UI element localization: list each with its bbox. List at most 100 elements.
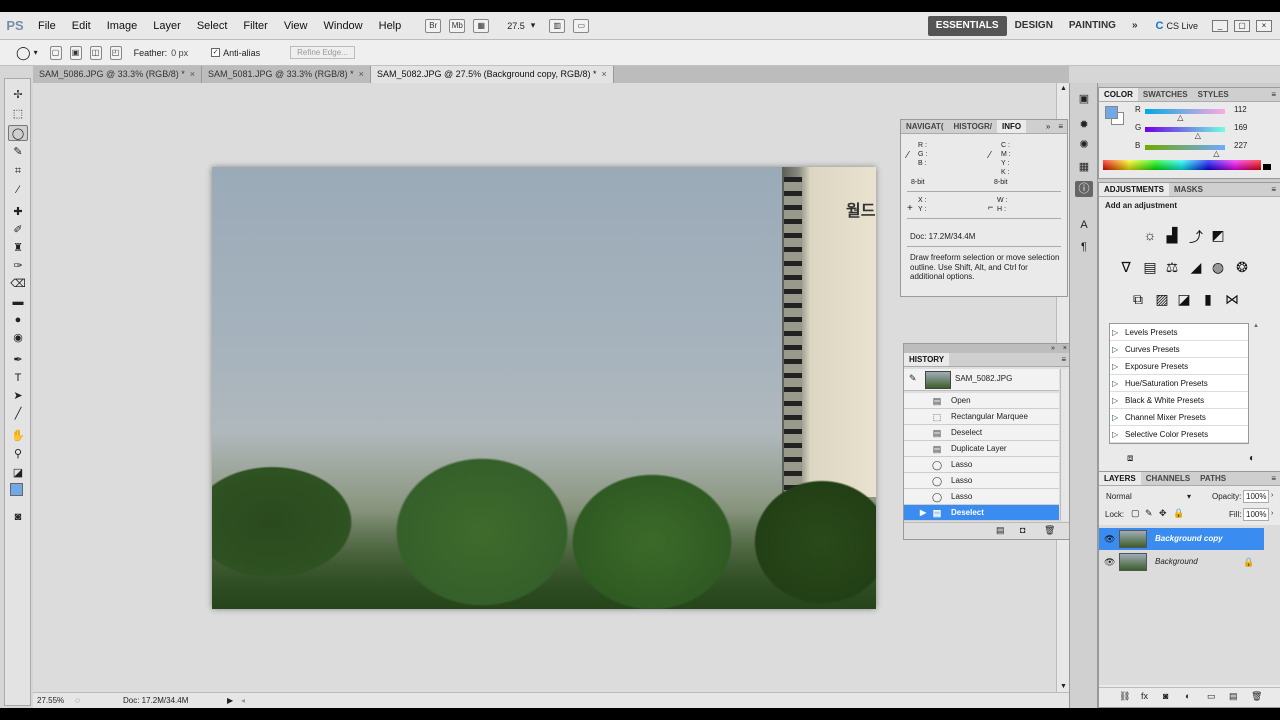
tab-info[interactable]: INFO [997,120,1027,133]
quick-selection-tool-icon[interactable]: ✎ [8,144,28,160]
panel-collapse-icon[interactable]: » [1051,345,1055,352]
tab-navigator[interactable]: NAVIGAT( [901,120,948,133]
menu-window[interactable]: Window [316,12,371,40]
g-value[interactable]: 169 [1234,123,1247,132]
brush-presets-icon[interactable]: ✹ [1075,117,1093,133]
curves-icon[interactable]: ⤴ [1187,227,1205,247]
history-item[interactable]: ▤ Deselect [904,425,1059,441]
b-slider-thumb[interactable]: △ [1213,149,1219,158]
cs-live-button[interactable]: CS Live [1166,21,1198,31]
gradient-tool-icon[interactable]: ▬ [8,294,28,310]
screen-mode-icon[interactable]: ▭ [573,18,590,33]
adjustment-layer-icon[interactable]: ◐ [1185,691,1190,701]
invert-icon[interactable]: ⧉ [1129,291,1147,308]
menu-file[interactable]: File [30,12,64,40]
trash-icon[interactable]: 🗑 [1251,691,1262,702]
eyedropper-tool-icon[interactable]: ⁄ [8,182,28,198]
close-icon[interactable]: × [190,69,195,79]
b-value[interactable]: 227 [1234,141,1247,150]
close-button[interactable]: × [1256,19,1272,32]
menu-filter[interactable]: Filter [235,12,275,40]
history-item[interactable]: ▤ Duplicate Layer [904,441,1059,457]
lock-position-icon[interactable]: ✥ [1159,508,1167,519]
r-slider-thumb[interactable]: △ [1177,113,1183,122]
marquee-tool-icon[interactable]: ⬚ [8,106,28,122]
layer-name[interactable]: Background copy [1155,528,1223,550]
panel-menu-icon[interactable]: ≡ [1267,183,1280,196]
photo-filter-icon[interactable]: ◍ [1209,259,1227,276]
channel-mixer-icon[interactable]: ❂ [1233,259,1251,276]
return-to-list-icon[interactable]: ⧈ [1127,453,1133,464]
black-white-icon[interactable]: ◢ [1187,259,1205,276]
menu-view[interactable]: View [276,12,316,40]
preset-exposure[interactable]: Exposure Presets [1110,358,1248,375]
b-slider[interactable]: △ [1145,145,1225,158]
status-menu-arrow-icon[interactable]: ▶ [227,693,233,708]
antialias-checkbox[interactable]: ✓ [211,48,221,57]
pen-tool-icon[interactable]: ✒ [8,352,28,368]
trash-icon[interactable]: 🗑 [1044,525,1055,536]
lasso-tool-icon[interactable]: ◯ [8,125,28,141]
history-snapshot[interactable]: ✎ SAM_5082.JPG [904,369,1059,391]
visibility-eye-icon[interactable]: 👁 [1104,551,1115,573]
g-slider-thumb[interactable]: △ [1195,131,1201,140]
mini-bridge-button[interactable]: Mb [449,18,466,33]
tab-sam-5081[interactable]: SAM_5081.JPG @ 33.3% (RGB/8) * × [202,66,371,83]
layer-mask-icon[interactable]: ◙ [1163,691,1168,701]
group-icon[interactable]: ▭ [1207,691,1216,702]
panel-collapse-icon[interactable]: » [1042,120,1054,133]
brush-tool-icon[interactable]: ✐ [8,222,28,238]
arrange-documents-icon[interactable]: ▥ [549,18,566,33]
clip-to-layer-icon[interactable]: ◐ [1249,453,1255,464]
levels-icon[interactable]: ▟ [1163,227,1181,244]
refine-edge-button[interactable]: Refine Edge... [290,46,355,59]
r-value[interactable]: 112 [1234,105,1247,114]
character-icon[interactable]: A [1075,217,1093,233]
close-icon[interactable]: × [602,69,607,79]
tab-adjustments[interactable]: ADJUSTMENTS [1099,183,1170,196]
chevron-down-icon[interactable]: ▾ [34,48,38,57]
layer-style-icon[interactable]: fx [1141,691,1148,701]
color-balance-icon[interactable]: ⚖ [1163,259,1181,276]
layer-row-background[interactable]: 👁 Background 🔒 [1099,551,1264,573]
history-item[interactable]: ▤ Open [904,393,1059,409]
mini-bridge-icon[interactable]: ▣ [1075,91,1093,107]
history-brush-icon[interactable]: ✑ [8,258,28,274]
menu-layer[interactable]: Layer [145,12,189,40]
selective-color-icon[interactable]: ⋈ [1223,291,1241,308]
posterize-icon[interactable]: ▨ [1153,291,1171,308]
scroll-down-icon[interactable]: ▼ [1060,683,1067,690]
tab-histogram[interactable]: HISTOGR/ [948,120,997,133]
clone-source-icon[interactable]: ✺ [1075,137,1093,153]
maximize-button[interactable]: ▢ [1234,19,1250,32]
history-item[interactable]: ⬚ Rectangular Marquee [904,409,1059,425]
fill-arrow-icon[interactable]: › [1271,510,1273,517]
vibrance-icon[interactable]: ∇ [1117,259,1135,276]
history-item[interactable]: ◯ Lasso [904,473,1059,489]
intersect-selection-icon[interactable]: ◰ [109,45,122,60]
new-selection-icon[interactable]: ▢ [49,45,62,60]
panel-close-icon[interactable]: × [1063,345,1067,352]
navigator-icon[interactable]: ▦ [1075,159,1093,175]
tab-paths[interactable]: PATHS [1195,472,1231,485]
tab-channels[interactable]: CHANNELS [1141,472,1195,485]
panel-menu-icon[interactable]: ≡ [1267,472,1280,485]
workspace-essentials[interactable]: ESSENTIALS [927,15,1007,36]
minimize-button[interactable]: _ [1212,19,1228,32]
healing-brush-icon[interactable]: ✚ [8,204,28,220]
threshold-icon[interactable]: ◪ [1175,291,1193,308]
presets-scrollbar[interactable]: ▲ [1253,323,1261,444]
r-slider[interactable]: △ [1145,109,1225,122]
default-colors-icon[interactable]: ◪ [8,465,28,481]
tab-styles[interactable]: STYLES [1193,88,1234,101]
lock-all-icon[interactable]: 🔒 [1173,508,1184,519]
layer-name[interactable]: Background [1155,551,1198,573]
add-selection-icon[interactable]: ▣ [69,45,82,60]
new-layer-icon[interactable]: ▤ [1229,691,1238,702]
black-swatch[interactable] [1263,164,1271,170]
tab-swatches[interactable]: SWATCHES [1138,88,1193,101]
opacity-arrow-icon[interactable]: › [1271,492,1273,499]
brightness-contrast-icon[interactable]: ☼ [1141,227,1159,243]
chevron-down-icon[interactable]: ▾ [531,20,536,31]
lock-transparency-icon[interactable]: ▢ [1131,508,1140,519]
